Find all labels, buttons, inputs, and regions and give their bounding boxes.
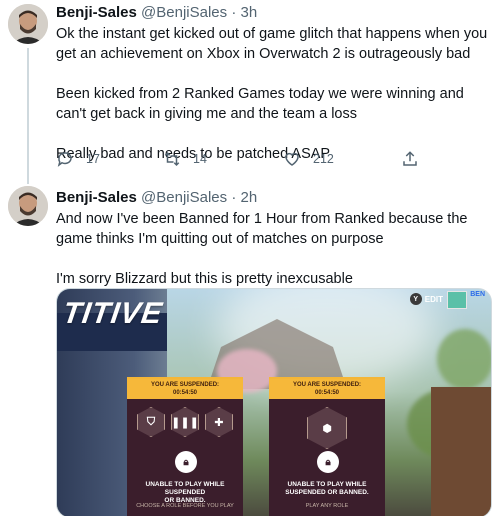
competitive-title: TITIVE [60, 297, 165, 330]
reply-count: 17 [86, 152, 100, 166]
role-icons: ⛉ ❚❚❚ ✚ [127, 407, 243, 437]
like-button[interactable]: 212 [283, 150, 334, 168]
retweet-count: 14 [193, 152, 207, 166]
damage-role-icon: ❚❚❚ [171, 407, 199, 437]
open-queue-card: YOU ARE SUSPENDED: 00:54:50 ⬢ 🔒︎ UNABLE … [269, 377, 385, 516]
suspension-timer: 00:54:50 [314, 390, 340, 396]
share-icon [403, 151, 417, 166]
tweet[interactable]: Benji-Sales @BenjiSales · 3h Ok the inst… [0, 0, 500, 184]
tweet-paragraph: And now I've been Banned for 1 Hour from… [56, 211, 468, 247]
suspension-banner: YOU ARE SUSPENDED: 00:54:50 [269, 379, 385, 399]
avatar[interactable] [8, 186, 48, 226]
edit-label: EDIT [424, 294, 443, 304]
support-role-icon: ✚ [205, 407, 233, 437]
author-handle[interactable]: @BenjiSales [141, 189, 227, 206]
unable-message: UNABLE TO PLAY WHILE SUSPENDED OR BANNED… [273, 481, 381, 497]
share-button[interactable] [401, 150, 431, 168]
tank-role-icon: ⛉ [137, 407, 165, 437]
tweet-text: And now I've been Banned for 1 Hour from… [56, 209, 490, 289]
like-count: 212 [313, 152, 334, 166]
tweet-header: Benji-Sales @BenjiSales · 3h [56, 3, 490, 23]
tweet-paragraph: I'm sorry Blizzard but this is pretty in… [56, 271, 353, 287]
retweet-button[interactable]: 14 [163, 150, 207, 168]
thread-line [27, 48, 29, 184]
tweet-actions: 17 14 212 [56, 150, 436, 174]
role-icons: ⬢ [269, 407, 385, 449]
suspension-label: YOU ARE SUSPENDED: [150, 382, 220, 388]
player-thumbnail [447, 291, 467, 309]
background-building [431, 387, 491, 516]
separator: · [231, 4, 237, 21]
avatar[interactable] [8, 4, 48, 44]
unable-line: UNABLE TO PLAY WHILE SUSPENDED [145, 481, 225, 496]
suspension-timer: 00:54:50 [172, 390, 198, 396]
retweet-icon [164, 151, 180, 167]
role-queue-card: YOU ARE SUSPENDED: 00:54:50 ⛉ ❚❚❚ ✚ 🔒︎ U… [127, 377, 243, 516]
lock-icon: 🔒︎ [175, 451, 197, 473]
tweet-paragraph: Ok the instant get kicked out of game gl… [56, 26, 488, 62]
suspension-label: YOU ARE SUSPENDED: [292, 382, 362, 388]
lock-icon: 🔒︎ [317, 451, 339, 473]
author-name[interactable]: Benji-Sales [56, 4, 137, 21]
unable-line: SUSPENDED OR BANNED. [285, 489, 369, 496]
timestamp[interactable]: 3h [241, 4, 258, 21]
player-label: BEN [470, 291, 485, 298]
background-tree [437, 329, 491, 389]
tweet-paragraph: Been kicked from 2 Ranked Games today we… [56, 86, 464, 122]
controller-y-icon: Y [409, 293, 422, 305]
card-footer: PLAY ANY ROLE [305, 503, 349, 509]
open-queue-icon: ⬢ [307, 407, 347, 449]
tweet-text: Ok the instant get kicked out of game gl… [56, 24, 490, 164]
card-footer: CHOOSE A ROLE BEFORE YOU PLAY [136, 503, 234, 509]
tweet[interactable]: Benji-Sales @BenjiSales · 2h And now I'v… [0, 180, 500, 516]
heart-icon [285, 152, 299, 166]
suspension-banner: YOU ARE SUSPENDED: 00:54:50 [127, 379, 243, 399]
timestamp[interactable]: 2h [241, 189, 258, 206]
author-handle[interactable]: @BenjiSales [141, 4, 227, 21]
tweet-media-screenshot[interactable]: TITIVE Y EDIT BEN YOU ARE SUSPENDED: 00:… [56, 288, 492, 516]
reply-icon [57, 152, 72, 167]
tweet-header: Benji-Sales @BenjiSales · 2h [56, 188, 490, 208]
unable-line: UNABLE TO PLAY WHILE [287, 481, 367, 488]
separator: · [231, 189, 237, 206]
reply-button[interactable]: 17 [56, 150, 100, 168]
edit-control: Y EDIT [409, 293, 443, 305]
unable-message: UNABLE TO PLAY WHILE SUSPENDED OR BANNED… [131, 481, 239, 505]
author-name[interactable]: Benji-Sales [56, 189, 137, 206]
